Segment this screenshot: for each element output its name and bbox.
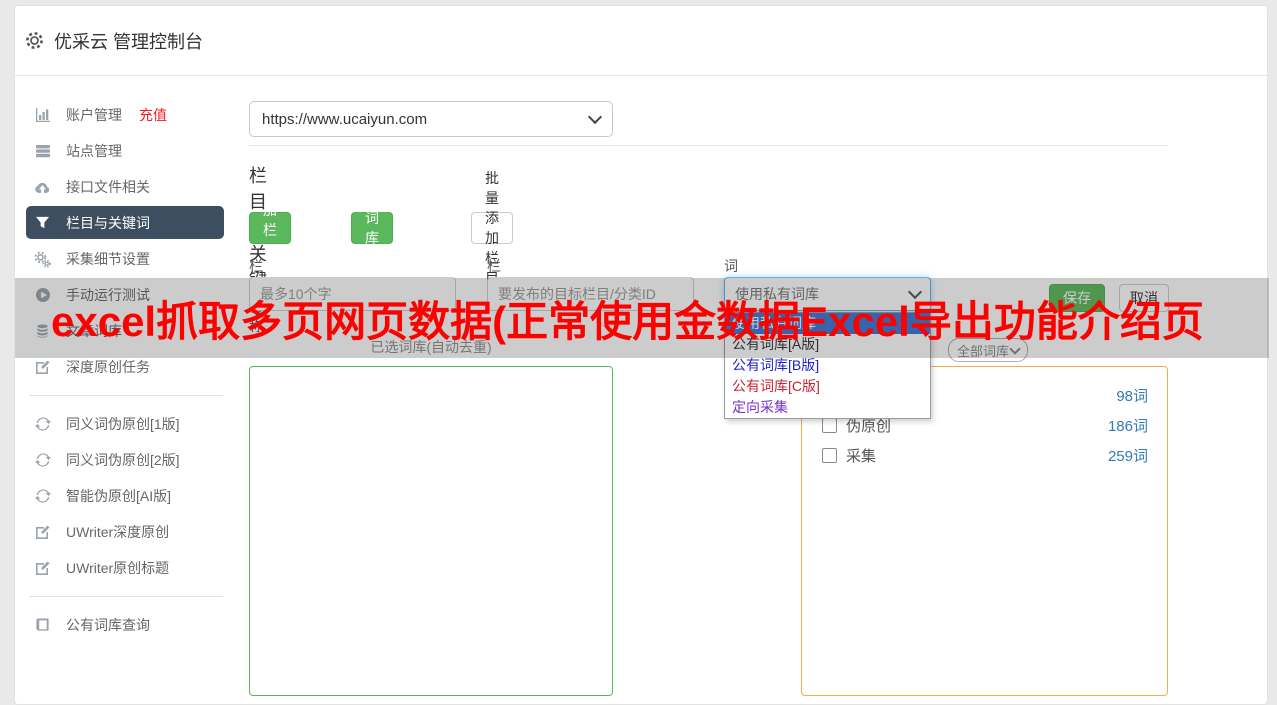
sidebar-item-label: 公有词库查询 [66,617,150,633]
sidebar-item[interactable]: 公有词库查询 [26,607,224,643]
edit-icon [34,524,51,541]
sidebar-item[interactable]: 手动运行测试 [26,277,224,313]
sidebar-item[interactable]: 站点管理 [26,133,224,169]
chosen-lexicon-box[interactable] [249,366,613,696]
cancel-button[interactable]: 取消 [1119,284,1169,312]
dropdown-option[interactable]: 定向采集 [725,397,930,418]
batch-add-button[interactable]: 批量添加栏目 [471,170,513,286]
sidebar-item-label: 深度原创任务 [66,359,150,375]
refresh-icon [34,416,51,433]
sidebar-item[interactable]: 接口文件相关 [26,169,224,205]
sidebar-item-label: 采集细节设置 [66,251,150,267]
sidebar-item[interactable]: UWriter原创标题 [26,550,224,586]
bar-chart-icon [34,107,51,124]
checkbox[interactable] [822,447,837,463]
sidebar-item[interactable]: 账户管理 充值 [26,97,224,133]
lexicon-filter-select[interactable]: 全部词库 [948,338,1028,362]
lexicon-filter-value: 全部词库 [957,343,1010,359]
dropdown-option[interactable]: 公有词库[C版] [725,376,930,397]
chosen-lexicon-label: 已选词库(自动去重) [370,339,492,355]
refresh-icon [34,452,51,469]
sidebar-item-label: 同义词伪原创[1版] [66,416,180,432]
app-window: 优采云 管理控制台 账户管理 充值 站点管理 接口文件相关 栏目与关键词 采集细… [14,5,1269,705]
divider [249,145,1168,146]
edit-icon [34,560,51,577]
sidebar-item[interactable]: 栏目与关键词 [26,206,224,239]
site-select-value: https://www.ucaiyun.com [262,110,428,128]
chevron-down-icon [587,109,603,125]
lexicon-version-dropdown: 使用私有词库 公有词库[A版] 公有词库[B版] 公有词库[C版] 定向采集 [724,312,931,419]
cloud-upload-icon [34,179,51,196]
play-icon [34,287,51,304]
book-icon [34,617,51,634]
lexicon-row-count: 98词 [1116,387,1148,405]
lexicon-version-value: 使用私有词库 [735,286,819,302]
sidebar: 账户管理 充值 站点管理 接口文件相关 栏目与关键词 采集细节设置 手动运行测试… [15,76,237,643]
sidebar-item-label: 手动运行测试 [66,287,150,303]
lexicon-row-count: 259词 [1107,447,1148,465]
sidebar-item-label: 智能伪原创[AI版] [66,488,172,504]
sidebar-item-label: 文章词库 [66,323,122,339]
sidebar-item[interactable]: 同义词伪原创[1版] [26,406,224,442]
sidebar-item[interactable]: 采集细节设置 [26,241,224,277]
sidebar-item-label: UWriter原创标题 [66,560,170,576]
server-icon [34,143,51,160]
sidebar-item-label: 同义词伪原创[2版] [66,452,180,468]
dropdown-option[interactable]: 使用私有词库 [725,313,930,334]
chevron-down-icon [1009,342,1021,355]
sidebar-item-label: UWriter深度原创 [66,524,170,540]
database-icon [34,323,51,340]
add-column-button[interactable]: 添加栏目 + [249,182,291,276]
edit-icon [34,359,51,376]
dropdown-option[interactable]: 公有词库[B版] [725,355,930,376]
column-id-input[interactable] [487,277,694,311]
lexicon-row-count: 186词 [1107,417,1148,435]
sidebar-divider [29,596,223,597]
site-select[interactable]: https://www.ucaiyun.com [249,101,613,137]
private-lexicon-button[interactable]: 私有词库管理 [351,170,393,286]
app-title: 优采云 管理控制台 [54,31,204,52]
column-name-input[interactable] [249,277,456,311]
app-header: 优采云 管理控制台 [15,6,1267,76]
sidebar-item[interactable]: 文章词库 [26,313,224,349]
gear-icon [25,31,44,50]
sidebar-item[interactable]: 深度原创任务 [26,349,224,385]
checkbox[interactable] [822,417,837,433]
sidebar-item[interactable]: UWriter深度原创 [26,514,224,550]
recharge-link[interactable]: 充值 [139,105,167,125]
funnel-icon [34,214,51,231]
refresh-icon [34,488,51,505]
gears-icon [34,251,51,268]
lexicon-row-label: 采集 [846,447,877,465]
sidebar-item-label: 站点管理 [66,143,122,159]
sidebar-item-label: 账户管理 [66,107,122,123]
sidebar-divider [29,395,223,396]
lexicon-version-select[interactable]: 使用私有词库 [724,277,931,311]
sidebar-item-label: 接口文件相关 [66,179,150,195]
chevron-down-icon [907,284,923,300]
sidebar-item[interactable]: 同义词伪原创[2版] [26,442,224,478]
sidebar-item[interactable]: 智能伪原创[AI版] [26,478,224,514]
save-button[interactable]: 保存 [1049,284,1105,312]
dropdown-option[interactable]: 公有词库[A版] [725,334,930,355]
lexicon-row: 采集 259词 [822,440,1148,470]
sidebar-item-label: 栏目与关键词 [66,214,150,231]
